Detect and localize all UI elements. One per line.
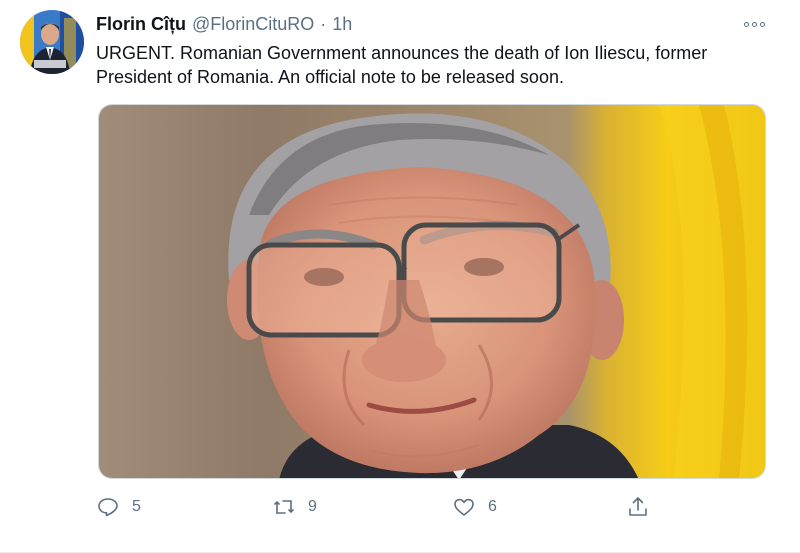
tweet-timestamp[interactable]: 1h (332, 14, 352, 35)
tweet-text-line: URGENT. Romanian Government announces th… (96, 43, 708, 63)
tweet-card[interactable]: Florin Cîțu @FlorinCituRO · 1h URGENT. R… (0, 0, 800, 553)
share-button[interactable] (626, 490, 650, 524)
share-icon (629, 497, 647, 516)
retweet-count: 9 (308, 498, 317, 515)
tweet-header: Florin Cîțu @FlorinCituRO · 1h (96, 14, 352, 36)
more-options-icon[interactable] (738, 14, 770, 34)
heart-icon (454, 498, 474, 516)
reply-button[interactable]: 5 (96, 490, 141, 524)
reply-count: 5 (132, 498, 141, 515)
retweet-icon (274, 500, 294, 514)
tweet-text: URGENT. Romanian Government announces th… (96, 41, 776, 89)
tweet-photo[interactable] (98, 104, 766, 479)
author-handle[interactable]: @FlorinCituRO (192, 14, 314, 35)
like-button[interactable]: 6 (452, 490, 497, 524)
separator-dot: · (320, 14, 327, 34)
reply-icon (98, 498, 118, 517)
retweet-button[interactable]: 9 (272, 490, 317, 524)
tweet-text-line: President of Romania. An official note t… (96, 67, 564, 87)
tweet-actions: 5 9 6 (96, 490, 676, 524)
like-count: 6 (488, 498, 497, 515)
author-name[interactable]: Florin Cîțu (96, 14, 186, 35)
avatar-image (20, 10, 84, 74)
portrait-photo (99, 105, 765, 478)
avatar[interactable] (20, 10, 84, 74)
